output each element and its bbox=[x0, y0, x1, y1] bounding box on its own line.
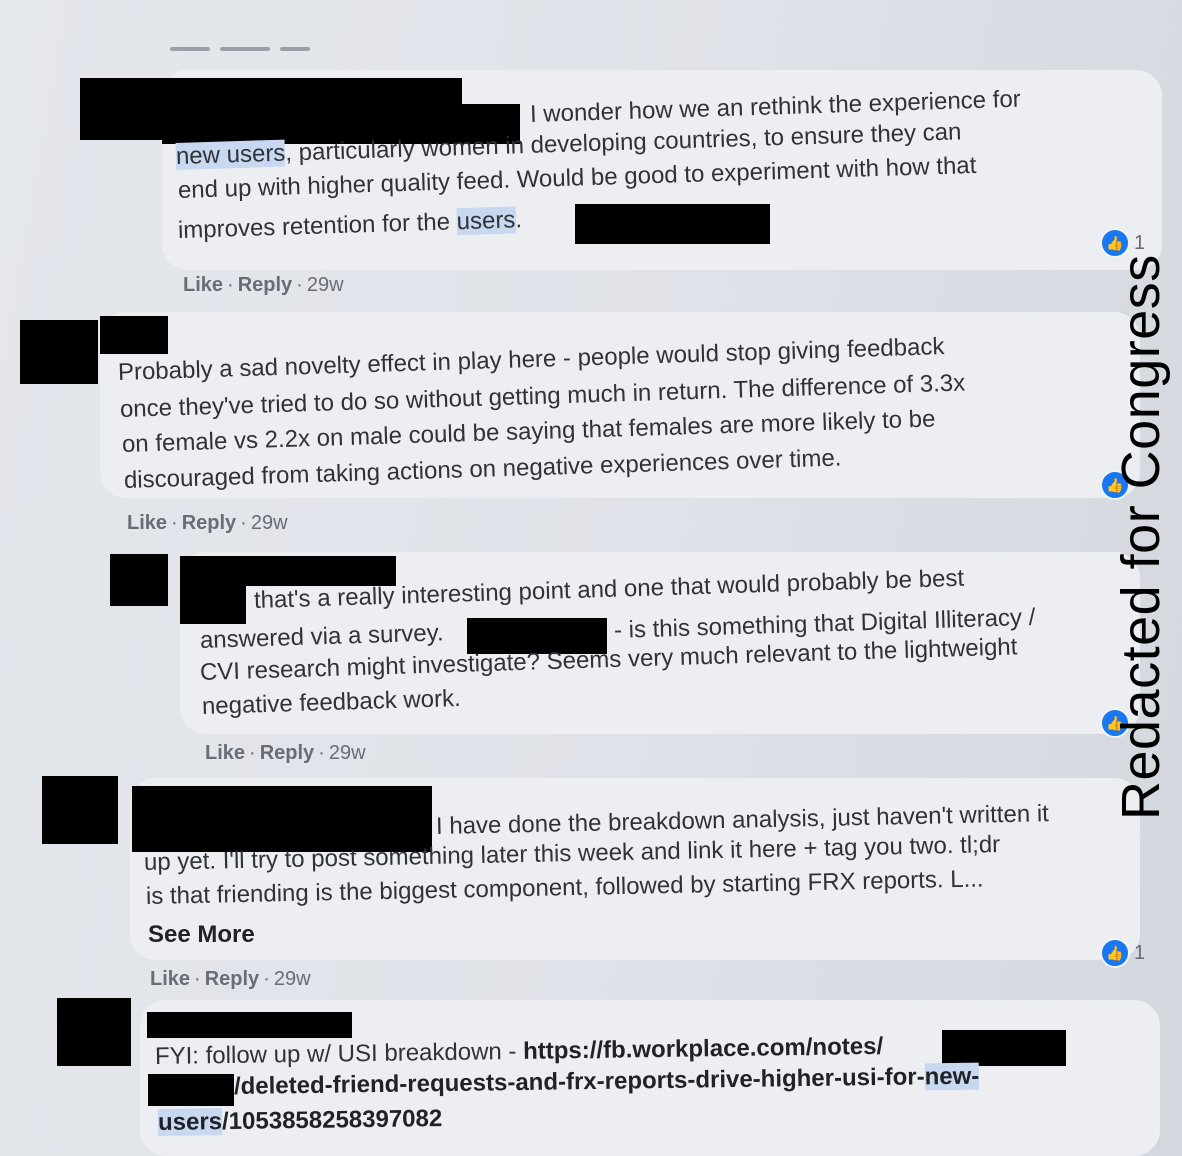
timestamp[interactable]: 29w bbox=[274, 968, 311, 990]
avatar-redacted bbox=[80, 78, 162, 140]
search-highlight: users bbox=[157, 1108, 223, 1136]
avatar-redacted bbox=[110, 554, 168, 606]
timestamp[interactable]: 29w bbox=[307, 274, 344, 296]
avatar-redacted bbox=[42, 776, 118, 844]
comment-actions: Like · Reply · 29w bbox=[150, 968, 311, 990]
like-button[interactable]: Like bbox=[127, 512, 167, 534]
reaction-summary[interactable]: 👍 1 bbox=[1100, 938, 1145, 968]
thumbs-up-icon: 👍 bbox=[1100, 938, 1130, 968]
timestamp[interactable]: 29w bbox=[329, 742, 366, 764]
avatar-redacted bbox=[20, 320, 98, 384]
mention-redacted bbox=[180, 586, 246, 624]
comment-actions: Like · Reply · 29w bbox=[205, 742, 366, 764]
timestamp[interactable]: 29w bbox=[251, 512, 288, 534]
reply-button[interactable]: Reply bbox=[182, 512, 236, 534]
link-redacted bbox=[148, 1074, 234, 1106]
reply-button[interactable]: Reply bbox=[205, 968, 259, 990]
note-link[interactable]: users/1053858258397082 bbox=[157, 1102, 443, 1140]
search-highlight: new users bbox=[175, 139, 286, 170]
mention-redacted bbox=[575, 204, 770, 244]
redaction-watermark: Redacted for Congress bbox=[1111, 254, 1171, 820]
like-button[interactable]: Like bbox=[183, 274, 223, 296]
see-more-link[interactable]: See More bbox=[148, 918, 255, 952]
search-highlight: users bbox=[456, 206, 516, 236]
note-link[interactable]: https://fb.workplace.com/notes/ bbox=[523, 1033, 883, 1065]
avatar-redacted bbox=[57, 998, 131, 1066]
comment-actions: Like · Reply · 29w bbox=[183, 274, 344, 296]
comment-thread: I wonder how we an rethink the experienc… bbox=[0, 0, 1182, 1156]
reply-button[interactable]: Reply bbox=[260, 742, 314, 764]
reply-button[interactable]: Reply bbox=[238, 274, 292, 296]
author-name-redacted bbox=[100, 316, 168, 354]
comment-actions: Like · Reply · 29w bbox=[127, 512, 288, 534]
like-button[interactable]: Like bbox=[205, 742, 245, 764]
previous-actions-fragment bbox=[170, 38, 350, 51]
author-name-redacted bbox=[147, 1012, 352, 1038]
like-button[interactable]: Like bbox=[150, 968, 190, 990]
search-highlight: new- bbox=[924, 1062, 980, 1091]
